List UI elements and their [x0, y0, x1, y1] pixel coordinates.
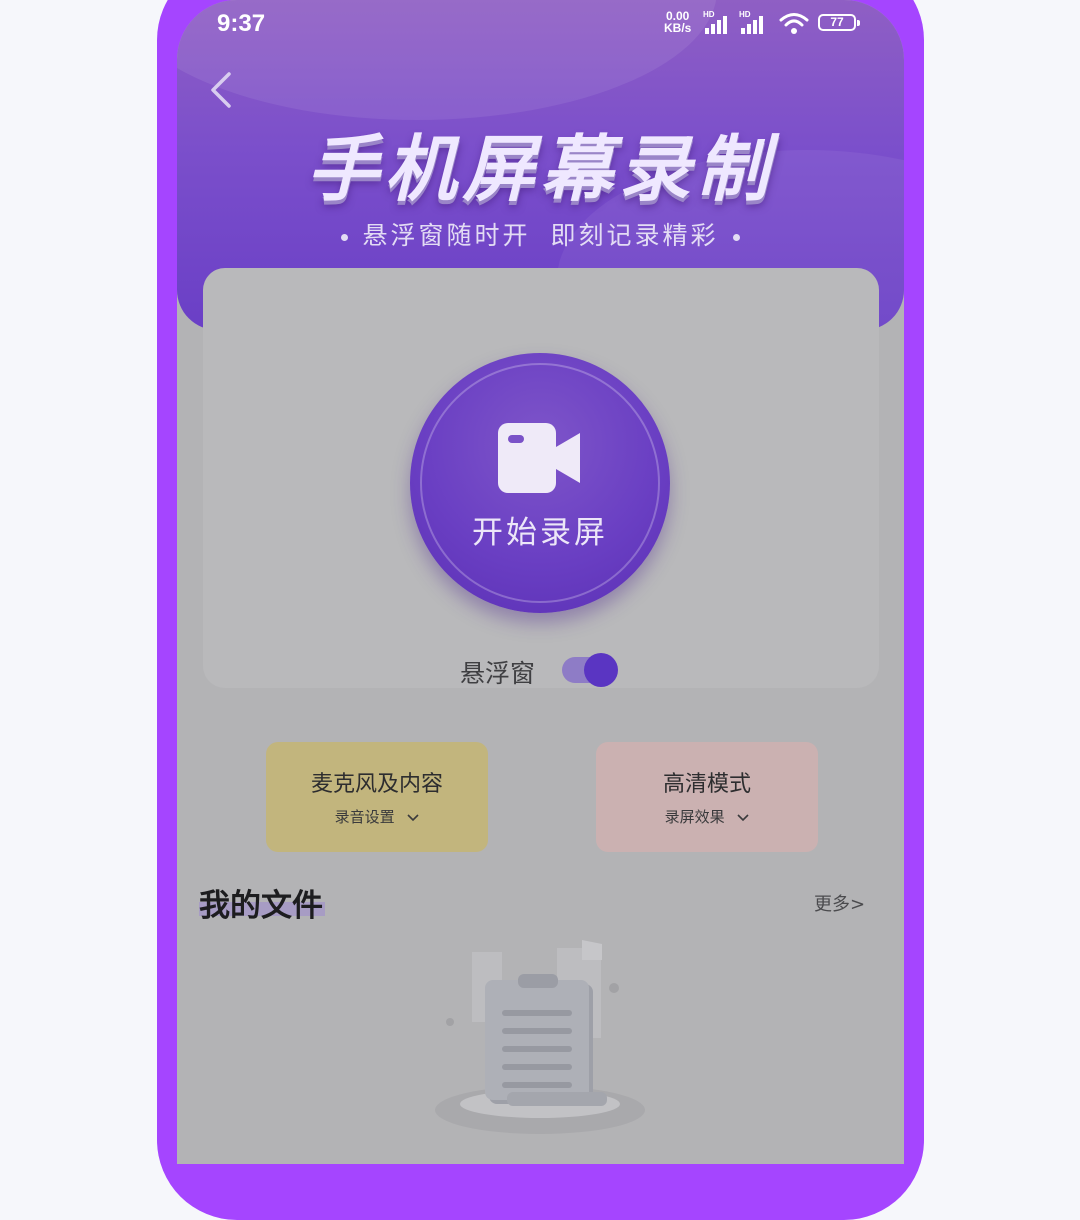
mic-content-option[interactable]: 麦克风及内容 录音设置 [266, 742, 488, 852]
option-title: 高清模式 [662, 772, 751, 797]
sim2-hd-label: HD [739, 10, 751, 19]
my-files-title: 我的文件 [199, 888, 323, 924]
chevron-left-icon[interactable] [207, 70, 237, 110]
toggle-knob [584, 653, 618, 687]
app-screen: 9:37 0.00 KB/s HD HD 77 手机屏幕录制 悬浮窗随时开 即刻… [177, 0, 904, 1164]
network-speed-unit: KB/s [664, 21, 692, 35]
start-recording-button[interactable]: 开始录屏 [410, 353, 670, 613]
floating-window-label: 悬浮窗 [460, 659, 536, 688]
video-camera-icon [498, 423, 580, 493]
floating-window-toggle[interactable] [562, 653, 618, 687]
start-recording-label: 开始录屏 [472, 515, 608, 551]
signal-icon: HD [703, 10, 733, 34]
recording-effect-label: 录屏效果 [664, 808, 725, 826]
chevron-down-icon [407, 813, 419, 821]
option-title: 麦克风及内容 [310, 772, 443, 797]
status-time: 9:37 [217, 10, 266, 37]
bullet-dot [341, 233, 349, 241]
my-files-heading: 我的文件 [199, 880, 325, 925]
signal-icon: HD [739, 10, 769, 34]
network-speed: 0.00 KB/s [664, 10, 691, 34]
subtitle-right: 即刻记录精彩 [550, 221, 719, 250]
bullet-dot [732, 233, 740, 241]
subtitle-left: 悬浮窗随时开 [362, 221, 531, 250]
more-files-link[interactable]: 更多> [814, 890, 865, 916]
sim1-hd-label: HD [703, 10, 715, 19]
battery-icon: 77 [818, 14, 860, 31]
chevron-down-icon [737, 813, 749, 821]
audio-settings-label: 录音设置 [334, 808, 395, 826]
option-subtitle: 录屏效果 [596, 806, 818, 827]
empty-files-illustration [435, 940, 645, 1134]
page-title: 手机屏幕录制 [306, 127, 775, 211]
hd-mode-option[interactable]: 高清模式 录屏效果 [596, 742, 818, 852]
wifi-icon [779, 13, 809, 34]
page-subtitle: 悬浮窗随时开 即刻记录精彩 [177, 216, 904, 252]
option-subtitle: 录音设置 [266, 806, 488, 827]
status-bar: 9:37 0.00 KB/s HD HD 77 [177, 0, 904, 50]
